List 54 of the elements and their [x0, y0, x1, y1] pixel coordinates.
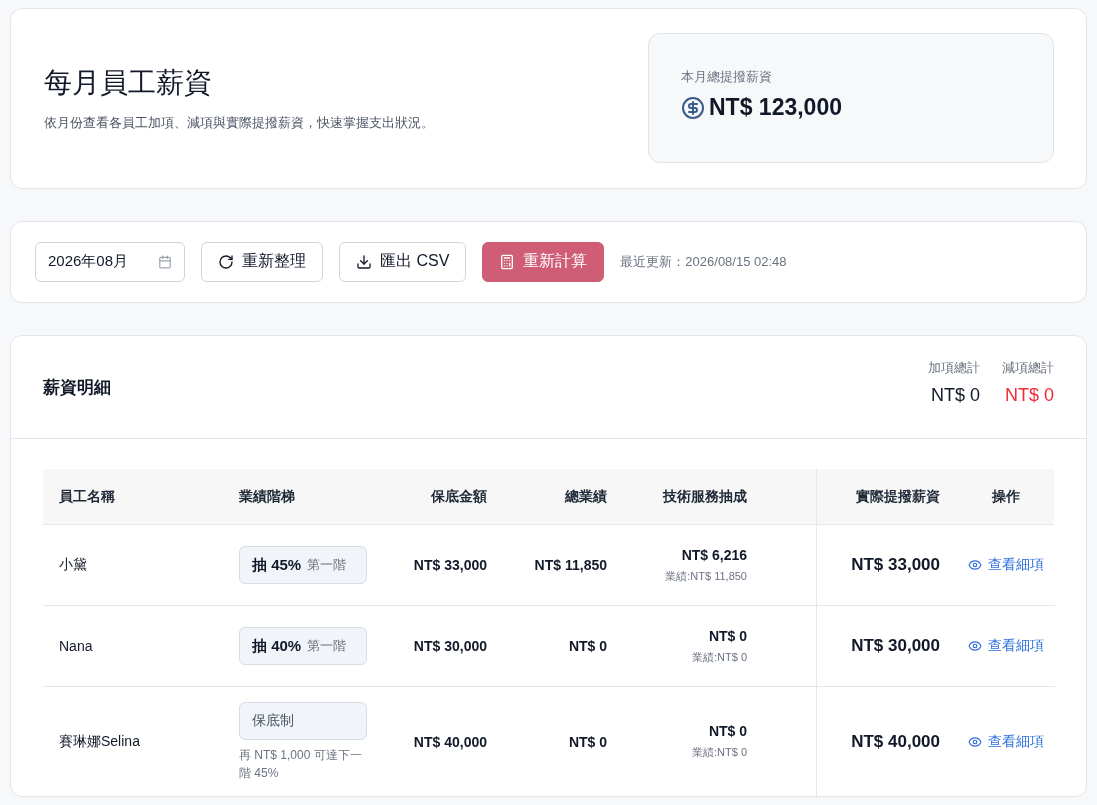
- export-button[interactable]: 匯出 CSV: [339, 241, 467, 282]
- tier-badge: 保底制: [239, 701, 367, 740]
- calendar-icon: [158, 254, 172, 269]
- total-label: 本月總提撥薪資: [681, 68, 773, 87]
- refresh-button[interactable]: 重新整理: [201, 241, 323, 282]
- table-cell: NT$ 30,000: [413, 638, 487, 654]
- eye-icon: [967, 558, 982, 572]
- page-title: 每月員工薪資: [44, 66, 213, 101]
- actual-salary: NT$ 33,000: [851, 555, 940, 575]
- refresh-icon: [218, 253, 234, 270]
- view-details-link[interactable]: 查看細項: [967, 556, 1044, 574]
- employee-name: Nana: [59, 638, 93, 654]
- eye-icon: [967, 639, 982, 653]
- table-cell: NT$ 40,000: [413, 733, 487, 750]
- last-updated: 最近更新：2026/08/15 02:48: [620, 252, 787, 271]
- employee-name: 小黛: [59, 556, 87, 574]
- summary-label: 加項總計: [928, 358, 980, 377]
- column-header: 員工名稱: [58, 486, 116, 506]
- eye-icon: [967, 734, 982, 749]
- section-title: 薪資明細: [43, 376, 111, 399]
- column-header: 技術服務抽成: [661, 486, 748, 506]
- view-details-link[interactable]: 查看細項: [967, 732, 1044, 751]
- summary-value: NT$ 0: [1004, 384, 1054, 406]
- commission-note: 業績:NT$ 0: [692, 745, 747, 760]
- dollar-icon: [681, 95, 705, 120]
- total-value: NT$ 123,000: [709, 94, 842, 122]
- table-cell: NT$ 6,216: [681, 546, 747, 563]
- calculator-icon: [499, 253, 516, 270]
- view-details-link[interactable]: 查看細項: [967, 637, 1044, 655]
- actual-salary: NT$ 30,000: [851, 636, 940, 656]
- tier-badge: 抽 45% 第一階: [239, 546, 367, 584]
- column-header: 操作: [990, 486, 1021, 506]
- table-cell: NT$ 33,000: [413, 557, 487, 573]
- tier-badge: 抽 40% 第一階: [239, 627, 367, 665]
- summary-value: NT$ 0: [930, 384, 980, 406]
- table-cell: NT$ 0: [708, 723, 747, 739]
- download-icon: [356, 253, 372, 270]
- column-header: 業績階梯: [238, 486, 296, 506]
- column-header: 保底金額: [430, 486, 488, 506]
- table-cell: NT$ 0: [568, 638, 607, 654]
- recalculate-button[interactable]: 重新計算: [482, 241, 605, 282]
- page-subtitle: 依月份查看各員工加項、減項與實際提撥薪資，快速掌握支出狀況。: [44, 114, 434, 133]
- column-header: 實際提撥薪資: [855, 486, 941, 506]
- month-field[interactable]: 2026年08月: [35, 241, 185, 282]
- actual-salary: NT$ 40,000: [851, 731, 940, 752]
- tier-note: 再 NT$ 1,000 可達下一階 45%: [239, 746, 363, 782]
- table-cell: NT$ 0: [708, 627, 747, 644]
- commission-note: 業績:NT$ 11,850: [665, 568, 747, 584]
- table-cell: NT$ 11,850: [534, 557, 607, 573]
- table-cell: NT$ 0: [568, 733, 607, 750]
- summary-label: 減項總計: [1002, 358, 1054, 377]
- employee-name: 賽琳娜Selina: [59, 732, 140, 751]
- commission-note: 業績:NT$ 0: [692, 649, 747, 665]
- column-header: 總業績: [563, 486, 608, 506]
